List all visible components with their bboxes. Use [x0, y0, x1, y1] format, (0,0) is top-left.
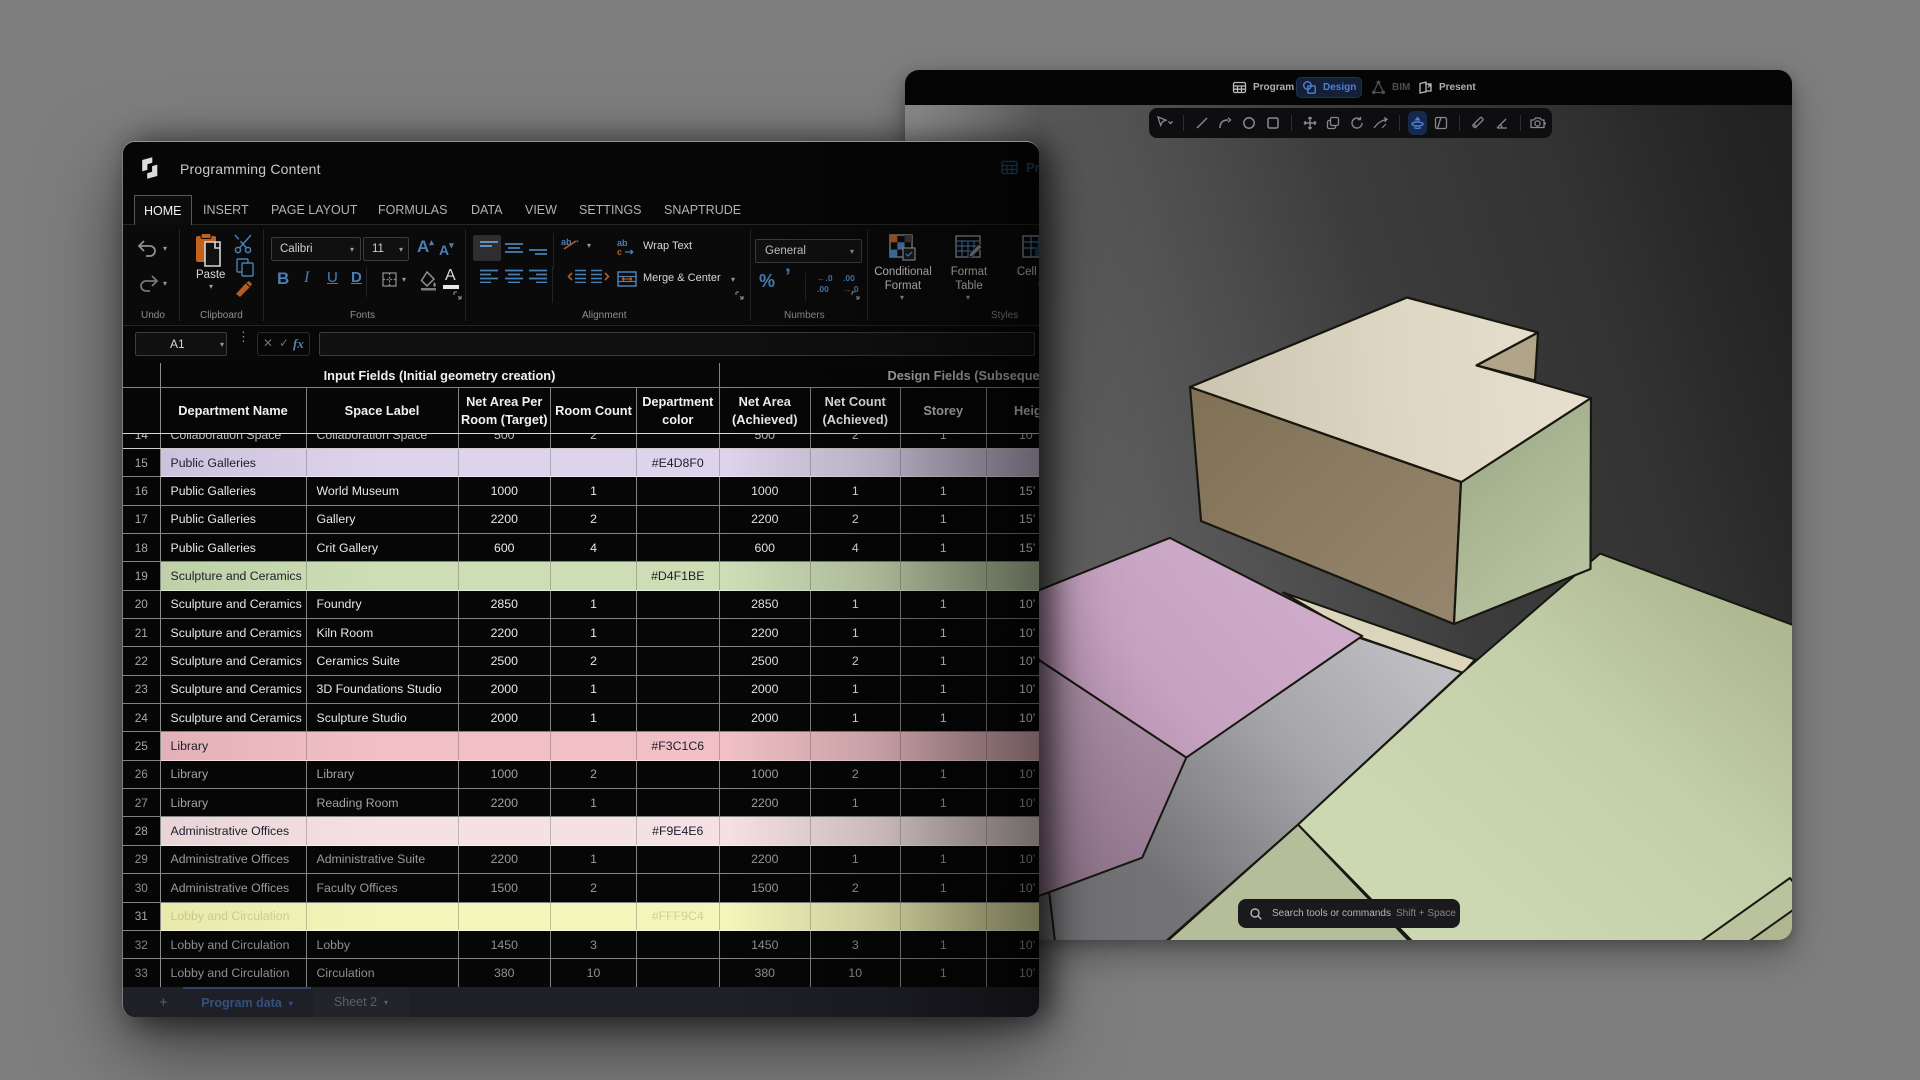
svg-text:c: c: [617, 247, 622, 257]
